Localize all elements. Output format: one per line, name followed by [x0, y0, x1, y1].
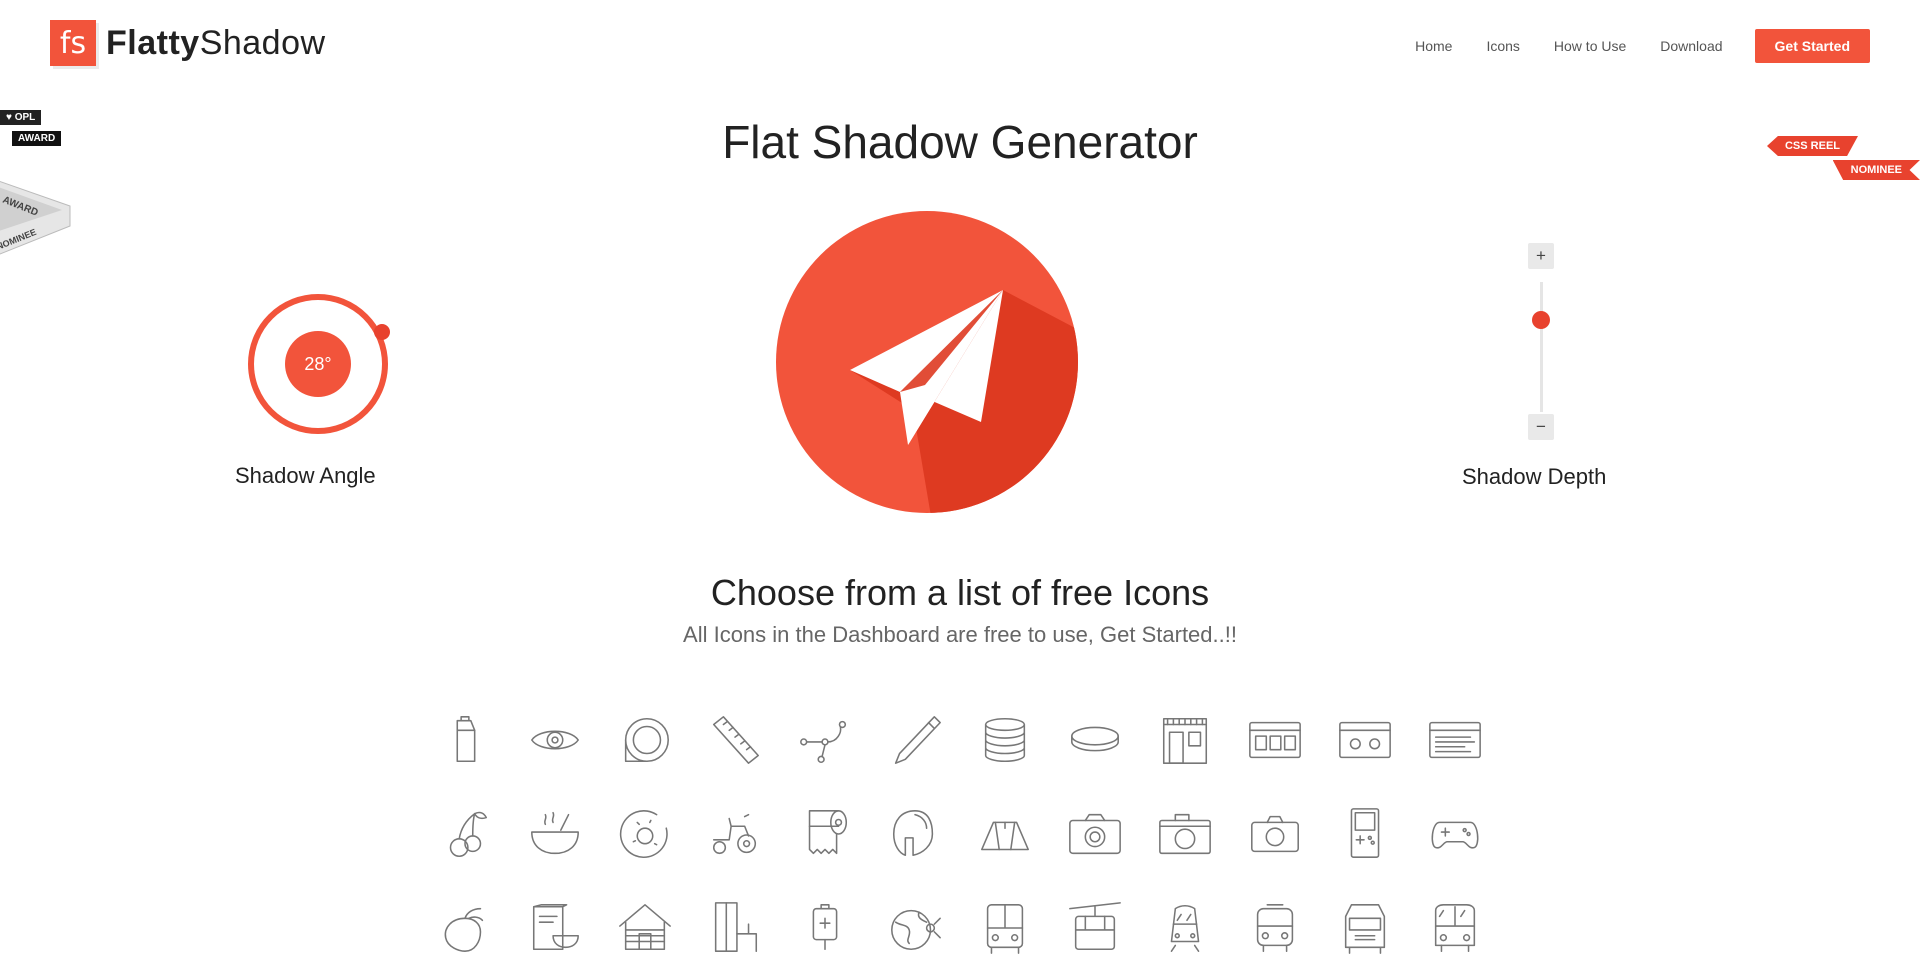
cereal-box-icon[interactable]: [510, 898, 600, 958]
fwa-nominee-badge[interactable]: AWARD NOMINEE: [0, 178, 80, 258]
coin-icon[interactable]: [1050, 710, 1140, 770]
van-icon[interactable]: [1410, 898, 1500, 958]
ruler-icon[interactable]: [690, 710, 780, 770]
depth-slider-knob[interactable]: [1532, 311, 1550, 329]
coins-stack-icon[interactable]: [960, 710, 1050, 770]
depth-decrease-button[interactable]: −: [1528, 414, 1554, 440]
eye-icon[interactable]: [510, 710, 600, 770]
paper-plane-preview-icon: [776, 211, 1078, 513]
tent-icon[interactable]: [960, 804, 1050, 864]
disc-icon[interactable]: [600, 710, 690, 770]
gamepad-icon[interactable]: [1410, 804, 1500, 864]
logo-name-light: Shadow: [199, 23, 326, 62]
nav-home[interactable]: Home: [1415, 38, 1452, 54]
camera-alt-icon[interactable]: [1140, 804, 1230, 864]
truck-icon[interactable]: [1320, 898, 1410, 958]
camera-icon[interactable]: [1050, 804, 1140, 864]
logo-mark: fs: [50, 20, 96, 66]
train-icon[interactable]: [1230, 898, 1320, 958]
iv-bag-icon[interactable]: [780, 898, 870, 958]
cabin-icon[interactable]: [600, 898, 690, 958]
camera-compact-icon[interactable]: [1230, 804, 1320, 864]
spartan-helmet-icon[interactable]: [870, 804, 960, 864]
toilet-paper-icon[interactable]: [780, 804, 870, 864]
bus-icon[interactable]: [960, 898, 1050, 958]
shadow-depth-label: Shadow Depth: [1462, 464, 1607, 489]
vector-path-icon[interactable]: [780, 710, 870, 770]
globe-satellite-icon[interactable]: [870, 898, 960, 958]
logo-name-bold: Flatty: [106, 23, 200, 62]
nav-how-to-use[interactable]: How to Use: [1554, 38, 1626, 54]
icons-heading: Choose from a list of free Icons: [710, 572, 1210, 613]
browser-grid-icon[interactable]: [1230, 710, 1320, 770]
wardrobe-icon[interactable]: [690, 898, 780, 958]
bowl-icon[interactable]: [510, 804, 600, 864]
logo[interactable]: fs FlattyShadow: [50, 20, 326, 66]
page-title: Flat Shadow Generator: [722, 116, 1198, 168]
main-nav: Home Icons How to Use Download Get Start…: [1381, 29, 1870, 63]
knife-icon[interactable]: [870, 710, 960, 770]
depth-slider-track[interactable]: [1540, 282, 1543, 412]
get-started-button[interactable]: Get Started: [1754, 29, 1870, 63]
cherries-icon[interactable]: [420, 804, 510, 864]
tractor-icon[interactable]: [690, 804, 780, 864]
logo-text: FlattyShadow: [106, 24, 326, 63]
strawberry-icon[interactable]: [420, 898, 510, 958]
shadow-angle-label: Shadow Angle: [235, 463, 376, 488]
donut-icon[interactable]: [600, 804, 690, 864]
icon-grid: [420, 710, 1500, 958]
cable-car-icon[interactable]: [1050, 898, 1140, 958]
nav-download[interactable]: Download: [1660, 38, 1722, 54]
shop-front-icon[interactable]: [1140, 710, 1230, 770]
icons-subheading: All Icons in the Dashboard are free to u…: [683, 622, 1237, 647]
gameboy-icon[interactable]: [1320, 804, 1410, 864]
angle-knob[interactable]: [374, 324, 390, 340]
nav-icons[interactable]: Icons: [1486, 38, 1519, 54]
browser-text-icon[interactable]: [1410, 710, 1500, 770]
tram-icon[interactable]: [1140, 898, 1230, 958]
shadow-angle-dial[interactable]: 28°: [248, 294, 390, 434]
angle-value: 28°: [285, 331, 351, 397]
depth-increase-button[interactable]: +: [1528, 243, 1554, 269]
browser-cassette-icon[interactable]: [1320, 710, 1410, 770]
milk-carton-icon[interactable]: [420, 710, 510, 770]
